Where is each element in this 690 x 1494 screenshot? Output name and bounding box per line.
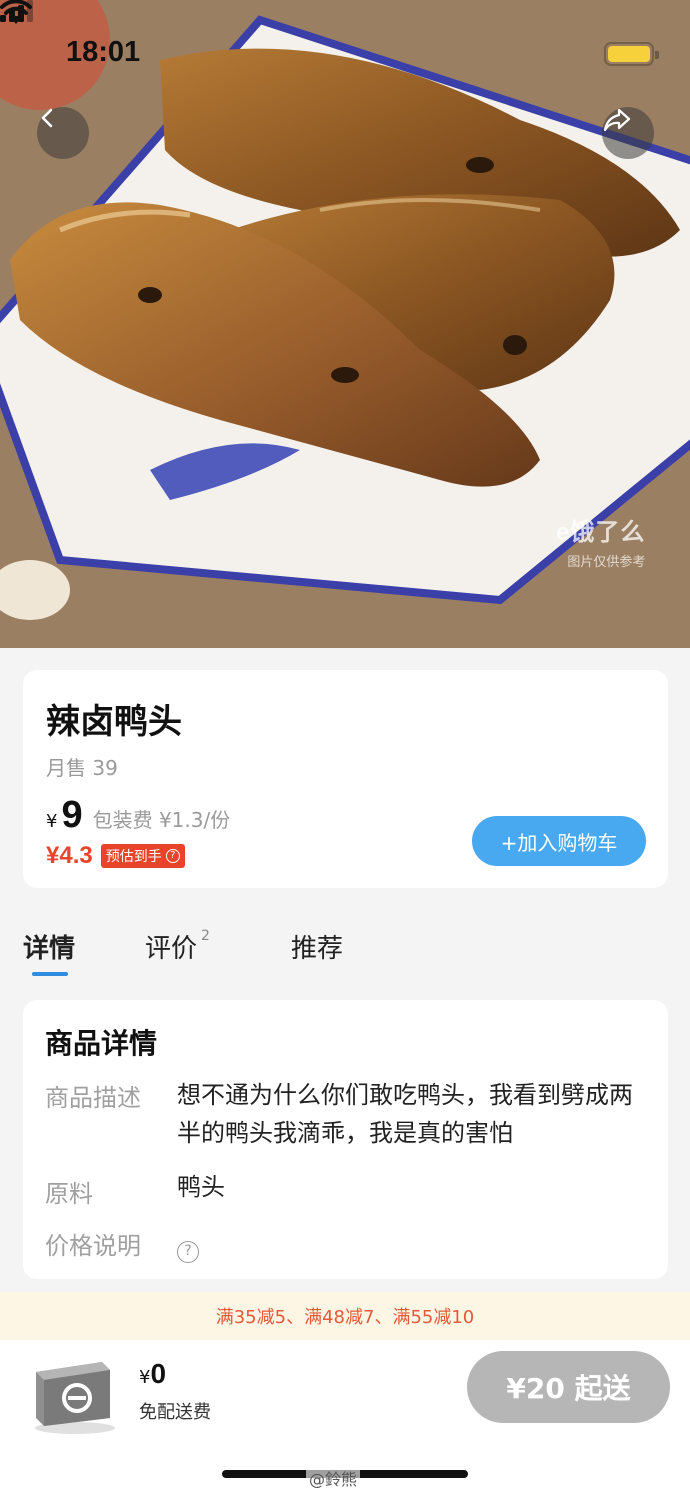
estimated-badge[interactable]: 预估到手 ? — [100, 844, 185, 868]
currency-symbol: ¥ — [46, 811, 58, 832]
footer-watermark: @鈴熊 — [306, 1466, 361, 1490]
detail-title: 商品详情 — [45, 1027, 158, 1060]
tab-recommend-label: 推荐 — [291, 934, 344, 964]
ingredients-label: 原料 — [45, 1180, 93, 1208]
share-button[interactable] — [602, 107, 654, 159]
add-to-cart-button[interactable]: +加入购物车 — [472, 816, 646, 866]
battery-icon — [604, 42, 659, 66]
cart-bar: ¥ 0 免配送费 ¥20 起送 @鈴熊 — [0, 1340, 690, 1494]
watermark-brand: e饿了么 — [556, 519, 646, 546]
question-icon: ? — [165, 849, 180, 863]
price-note-help-icon[interactable]: ? — [177, 1241, 199, 1263]
status-bar: 18:01 — [0, 0, 690, 100]
price-note-label: 价格说明 — [45, 1232, 141, 1260]
estimated-label: 预估到手 — [105, 849, 162, 865]
image-watermark: e饿了么 图片仅供参考 — [556, 512, 645, 570]
wifi-icon — [0, 0, 32, 24]
detail-tabs: 详情 评价 2 推荐 — [23, 928, 668, 978]
product-image: 18:01 e饿了么 图片仅供参考 — [0, 0, 690, 648]
cart-currency: ¥ — [139, 1367, 151, 1388]
cart-amount: 0 — [150, 1358, 167, 1389]
tab-recommend[interactable]: 推荐 — [291, 928, 343, 965]
description-value: 想不通为什么你们敢吃鸭头，我看到劈成两半的鸭头我滴乖，我是真的害怕 — [177, 1081, 633, 1147]
estimated-price-row: ¥4.3 预估到手 ? — [46, 842, 185, 870]
chevron-left-icon — [41, 108, 53, 128]
ingredients-value: 鸭头 — [177, 1173, 225, 1201]
watermark-note: 图片仅供参考 — [567, 555, 646, 570]
tab-reviews[interactable]: 评价 2 — [145, 928, 210, 965]
tab-reviews-label: 评价 — [145, 934, 198, 964]
cart-total: ¥ 0 — [139, 1358, 166, 1390]
product-detail-card: 商品详情 商品描述 想不通为什么你们敢吃鸭头，我看到劈成两半的鸭头我滴乖，我是真… — [23, 1000, 668, 1279]
product-info-card: 辣卤鸭头 月售 39 ¥ 9 包装费 ¥1.3/份 ¥4.3 预估到手 ? +加… — [23, 670, 668, 888]
tab-details[interactable]: 详情 — [23, 928, 75, 965]
delivery-fee-note: 免配送费 — [139, 1402, 211, 1423]
product-price: 9 — [61, 794, 83, 836]
min-order-button[interactable]: ¥20 起送 — [467, 1351, 670, 1423]
status-time: 18:01 — [66, 36, 141, 68]
tab-details-label: 详情 — [23, 934, 76, 964]
estimated-price: ¥4.3 — [46, 842, 93, 869]
active-tab-indicator — [32, 972, 68, 976]
price-row: ¥ 9 包装费 ¥1.3/份 — [46, 794, 230, 837]
back-button[interactable] — [37, 107, 89, 159]
packaging-fee: 包装费 ¥1.3/份 — [92, 808, 231, 832]
description-label: 商品描述 — [45, 1084, 141, 1112]
monthly-sales: 月售 39 — [46, 756, 118, 780]
cart-bag-icon[interactable] — [30, 1348, 120, 1436]
promo-banner: 满35减5、满48减7、满55减10 — [0, 1292, 690, 1340]
share-icon — [603, 108, 631, 132]
review-count: 2 — [201, 928, 210, 944]
product-name: 辣卤鸭头 — [46, 702, 182, 742]
